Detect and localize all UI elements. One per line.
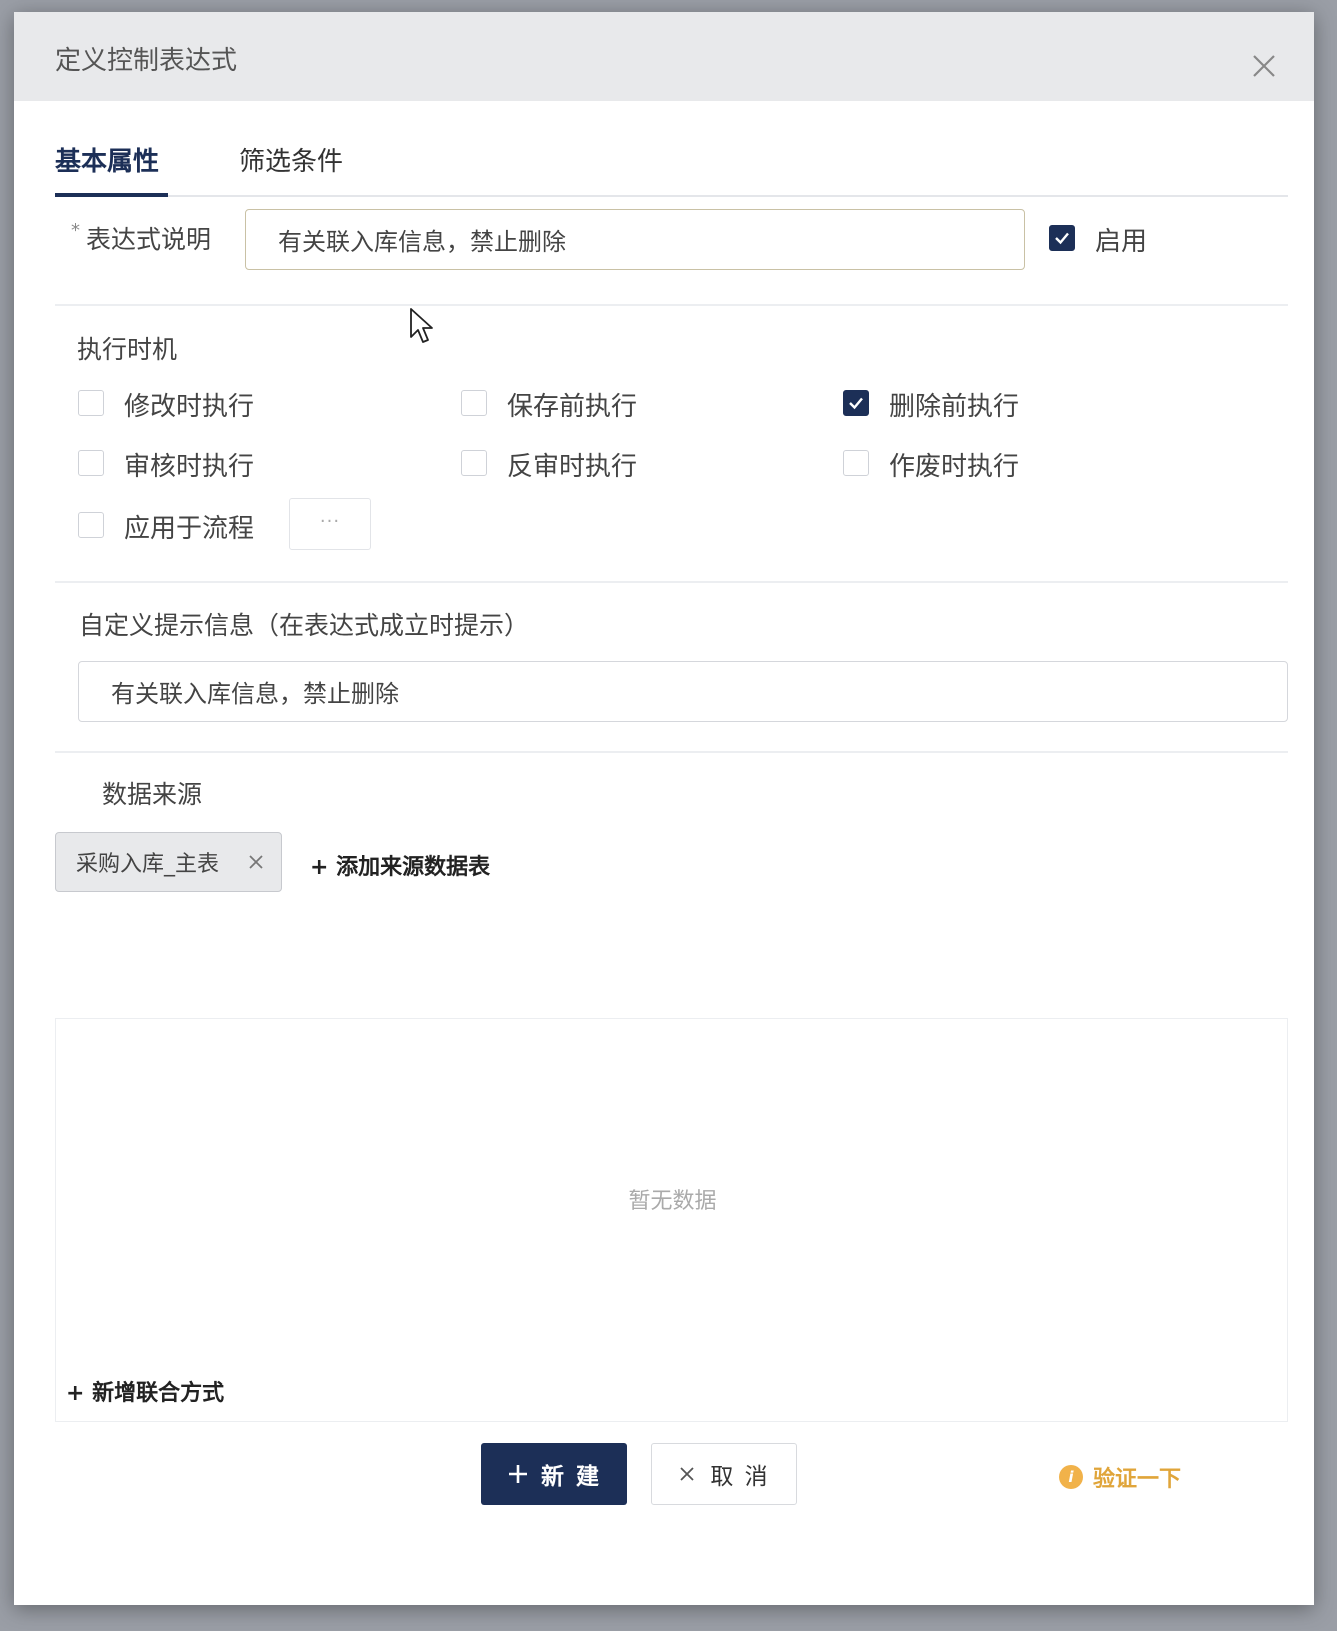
verify-label: 验证一下 <box>1093 1467 1182 1492</box>
expression-label-text: 表达式说明 <box>86 225 212 254</box>
close-icon <box>1253 55 1275 77</box>
section-divider <box>55 751 1288 753</box>
close-button[interactable] <box>1246 48 1282 84</box>
source-table-tag[interactable]: 采购入库_主表 <box>55 832 282 892</box>
checkbox-before-delete[interactable] <box>843 390 869 416</box>
option-on-modify[interactable]: 修改时执行 <box>124 386 254 423</box>
expression-input-value: 有关联入库信息，禁止删除 <box>278 228 566 256</box>
enable-label[interactable]: 启用 <box>1095 221 1147 258</box>
checkbox-on-modify[interactable] <box>78 390 104 416</box>
add-join-link[interactable]: + 新增联合方式 <box>66 1375 224 1407</box>
enable-checkbox[interactable] <box>1049 225 1075 251</box>
new-button-label: 新 建 <box>540 1464 601 1490</box>
prompt-input[interactable]: 有关联入库信息，禁止删除 <box>78 661 1288 722</box>
option-apply-to-workflow[interactable]: 应用于流程 <box>124 508 254 545</box>
section-divider <box>55 304 1288 306</box>
prompt-label: 自定义提示信息（在表达式成立时提示） <box>79 611 530 640</box>
tag-close-icon[interactable] <box>246 852 266 872</box>
mouse-cursor-icon <box>410 308 433 343</box>
option-on-void[interactable]: 作废时执行 <box>889 446 1019 483</box>
option-before-save[interactable]: 保存前执行 <box>507 386 637 423</box>
verify-link[interactable]: i 验证一下 <box>1059 1461 1181 1493</box>
data-source-label: 数据来源 <box>102 780 203 809</box>
tab-bar: 基本属性 筛选条件 <box>55 101 1288 199</box>
check-icon <box>1055 232 1069 245</box>
join-panel: 暂无数据 + 新增联合方式 <box>55 1018 1288 1422</box>
source-tag-label: 采购入库_主表 <box>76 852 220 877</box>
option-on-unreview[interactable]: 反审时执行 <box>507 446 637 483</box>
checkbox-on-review[interactable] <box>78 450 104 476</box>
tab-divider <box>55 195 1288 197</box>
add-source-table-link[interactable]: + 添加来源数据表 <box>310 849 490 881</box>
expression-input[interactable]: 有关联入库信息，禁止删除 <box>245 209 1025 270</box>
checkbox-apply-to-workflow[interactable] <box>78 512 104 538</box>
tab-basic-properties[interactable]: 基本属性 <box>55 141 159 178</box>
checkbox-before-save[interactable] <box>461 390 487 416</box>
empty-state-text: 暂无数据 <box>628 1189 717 1214</box>
active-tab-indicator <box>55 193 168 197</box>
checkbox-on-void[interactable] <box>843 450 869 476</box>
expression-dialog: 定义控制表达式 基本属性 筛选条件 * 表达式说明 有关联入库信息，禁止删除 启用… <box>14 12 1314 1605</box>
tab-filter-conditions[interactable]: 筛选条件 <box>239 141 343 178</box>
plus-icon <box>508 1465 527 1483</box>
prompt-input-value: 有关联入库信息，禁止删除 <box>111 680 399 708</box>
section-divider <box>55 581 1288 583</box>
option-on-review[interactable]: 审核时执行 <box>124 446 254 483</box>
dialog-title: 定义控制表达式 <box>55 46 238 76</box>
dialog-header: 定义控制表达式 <box>14 12 1314 101</box>
new-button[interactable]: 新 建 <box>481 1443 627 1505</box>
cancel-button[interactable]: 取 消 <box>651 1443 797 1505</box>
timing-section-label: 执行时机 <box>77 335 178 364</box>
option-before-delete[interactable]: 删除前执行 <box>889 386 1019 423</box>
cancel-button-label: 取 消 <box>710 1464 770 1490</box>
checkbox-on-unreview[interactable] <box>461 450 487 476</box>
required-mark: * <box>71 220 80 241</box>
close-icon <box>680 1467 694 1481</box>
background-fragment <box>2 88 9 113</box>
expression-label: * 表达式说明 <box>71 220 211 256</box>
workflow-more-button[interactable]: ··· <box>289 498 371 550</box>
info-icon: i <box>1059 1465 1083 1489</box>
check-icon <box>849 397 863 410</box>
